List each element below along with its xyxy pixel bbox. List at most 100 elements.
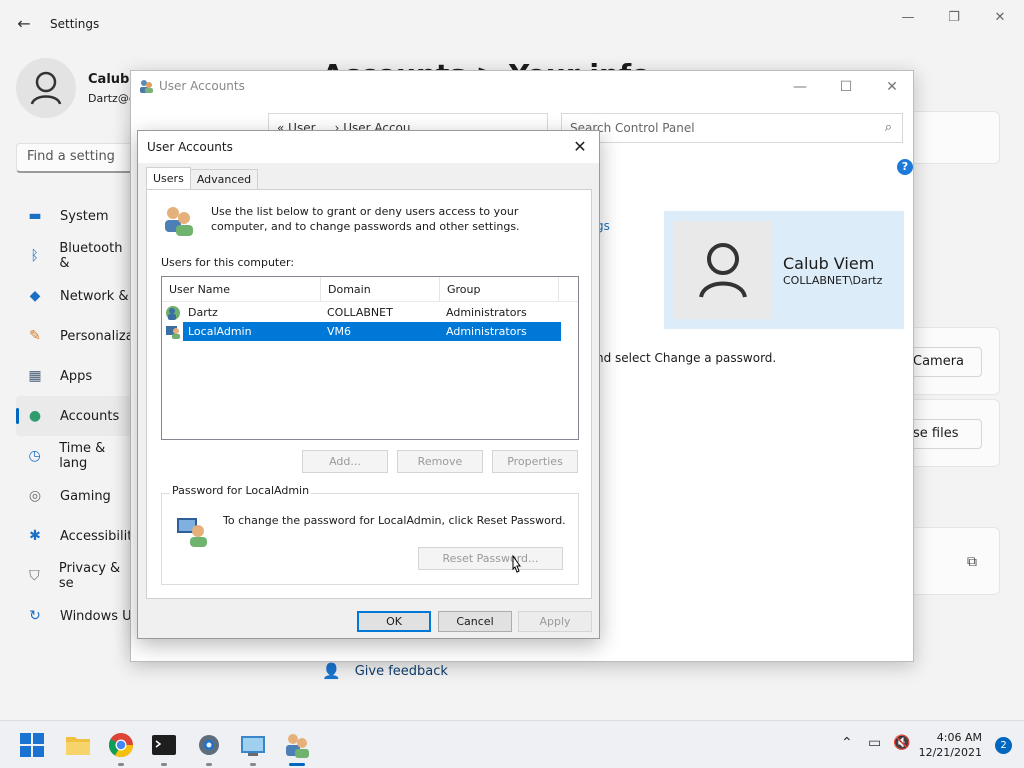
table-row-selected[interactable]: LocalAdmin VM6 Administrators xyxy=(162,322,578,341)
minimize-icon[interactable]: — xyxy=(789,77,811,97)
nav-label: Gaming xyxy=(60,488,111,504)
gamepad-icon: ◎ xyxy=(28,488,42,504)
chrome-icon[interactable] xyxy=(107,731,135,759)
avatar xyxy=(16,58,76,118)
settings-card: ⧉ xyxy=(913,527,1000,595)
settings-nav: ▬ System ᛒ Bluetooth & ◆ Network & ✎ Persona… xyxy=(16,196,134,636)
file-explorer-icon[interactable] xyxy=(64,731,92,759)
control-panel-titlebar: User Accounts — ☐ ✕ xyxy=(131,71,913,103)
cancel-button[interactable]: Cancel xyxy=(438,611,512,632)
nav-label: System xyxy=(60,208,109,224)
person-icon xyxy=(30,71,62,105)
nav-item-gaming[interactable]: ◎ Gaming xyxy=(16,476,134,516)
cell-domain: VM6 xyxy=(322,322,441,341)
user-card: Calub Viem COLLABNET\Dartz xyxy=(664,211,904,329)
tab-users[interactable]: Users xyxy=(146,167,191,189)
notification-badge[interactable]: 2 xyxy=(995,737,1012,754)
close-icon[interactable]: ✕ xyxy=(990,8,1010,28)
properties-button[interactable]: Properties xyxy=(492,450,578,473)
nav-item-time-language[interactable]: ◷ Time & lang xyxy=(16,436,134,476)
monitor-icon: ▬ xyxy=(28,208,42,224)
running-indicator xyxy=(206,763,212,766)
nav-label: Apps xyxy=(60,368,93,384)
cell-domain: COLLABNET xyxy=(327,306,393,319)
nav-item-accounts[interactable]: ● Accounts xyxy=(16,396,134,436)
user-accounts-dialog: User Accounts ✕ Users Advanced Use the l… xyxy=(137,130,600,639)
open-external-icon[interactable]: ⧉ xyxy=(967,554,977,570)
nav-label: Network & xyxy=(60,288,129,304)
nav-item-network[interactable]: ◆ Network & xyxy=(16,276,134,316)
nav-item-privacy[interactable]: ⛉ Privacy & se xyxy=(16,556,134,596)
user-accounts-taskbar-icon[interactable] xyxy=(283,731,311,759)
table-row[interactable]: Dartz COLLABNET Administrators xyxy=(162,303,578,322)
control-panel-search-input[interactable]: Search Control Panel ⌕ xyxy=(561,113,903,143)
domain-user-icon xyxy=(166,305,180,320)
terminal-icon[interactable] xyxy=(150,731,178,759)
tab-advanced[interactable]: Advanced xyxy=(189,169,259,189)
close-icon[interactable]: ✕ xyxy=(569,136,591,158)
card-user-domain: COLLABNET\Dartz xyxy=(783,274,883,287)
back-arrow-icon[interactable]: ← xyxy=(12,12,36,36)
control-panel-icon[interactable] xyxy=(239,731,267,759)
browse-files-button[interactable]: se files xyxy=(913,419,982,449)
add-user-button[interactable]: Add... xyxy=(302,450,388,473)
remove-user-button[interactable]: Remove xyxy=(397,450,483,473)
dialog-tabs: Users Advanced xyxy=(146,167,259,189)
nav-item-bluetooth[interactable]: ᛒ Bluetooth & xyxy=(16,236,134,276)
users-icon xyxy=(165,207,193,236)
accessibility-icon: ✱ xyxy=(29,528,41,544)
dialog-titlebar: User Accounts ✕ xyxy=(138,131,599,163)
update-icon: ↻ xyxy=(29,608,41,624)
bluetooth-icon: ᛒ xyxy=(30,248,39,264)
column-header-domain[interactable]: Domain xyxy=(321,277,440,301)
users-list-header: User Name Domain Group xyxy=(162,277,578,302)
column-header-user-name[interactable]: User Name xyxy=(162,277,321,301)
local-user-icon xyxy=(166,325,180,339)
windows-start-icon[interactable] xyxy=(18,731,46,759)
wifi-icon: ◆ xyxy=(29,288,41,304)
ok-button[interactable]: OK xyxy=(357,611,431,632)
volume-muted-icon[interactable]: 🔇 xyxy=(893,735,910,751)
user-accounts-icon xyxy=(140,80,153,93)
search-icon: ⌕ xyxy=(884,120,892,135)
reset-password-button[interactable]: Reset Password... xyxy=(418,547,563,570)
settings-card xyxy=(913,111,1000,164)
settings-gear-icon[interactable] xyxy=(195,731,223,759)
users-list[interactable]: User Name Domain Group Dartz COLLABNET A… xyxy=(161,276,579,440)
network-icon[interactable]: ▭ xyxy=(868,735,881,751)
nav-item-accessibility[interactable]: ✱ Accessibilit xyxy=(16,516,134,556)
nav-label: Privacy & se xyxy=(58,561,121,591)
help-icon[interactable]: ? xyxy=(897,159,913,175)
shield-icon: ⛉ xyxy=(29,568,40,584)
nav-label: Accounts xyxy=(60,408,120,424)
clock[interactable]: 4:06 AM 12/21/2021 xyxy=(919,730,982,760)
minimize-icon[interactable]: — xyxy=(898,8,918,28)
card-user-name: Calub Viem xyxy=(783,254,875,273)
give-feedback-label: Give feedback xyxy=(354,663,448,679)
dialog-title: User Accounts xyxy=(147,140,233,154)
cell-group: Administrators xyxy=(446,306,527,319)
users-list-label: Users for this computer: xyxy=(161,256,295,269)
nav-item-windows-update[interactable]: ↻ Windows U xyxy=(16,596,134,636)
chevron-up-icon[interactable]: ⌃ xyxy=(841,735,853,751)
maximize-icon[interactable]: ☐ xyxy=(835,77,857,97)
column-header-group[interactable]: Group xyxy=(440,277,559,301)
nav-label: Time & lang xyxy=(59,441,106,471)
apply-button[interactable]: Apply xyxy=(518,611,592,632)
nav-item-system[interactable]: ▬ System xyxy=(16,196,134,236)
close-icon[interactable]: ✕ xyxy=(881,77,903,97)
nav-item-personalization[interactable]: ✎ Personaliza xyxy=(16,316,134,356)
mouse-cursor-icon xyxy=(512,555,521,573)
restore-icon[interactable]: ❐ xyxy=(944,8,964,28)
nav-label: Windows U xyxy=(60,608,132,624)
open-camera-button[interactable]: Camera xyxy=(913,347,982,377)
give-feedback-link[interactable]: 👤 Give feedback xyxy=(322,662,448,680)
settings-search-input[interactable]: Find a setting xyxy=(16,143,134,173)
nav-item-apps[interactable]: ▦ Apps xyxy=(16,356,134,396)
user-password-icon xyxy=(177,518,207,547)
nav-label: Accessibilit xyxy=(60,528,133,544)
nav-label: Personaliza xyxy=(60,328,134,344)
cell-user-name: Dartz xyxy=(188,306,218,319)
running-indicator xyxy=(250,763,256,766)
taskbar: ⌃ ▭ 🔇 4:06 AM 12/21/2021 2 xyxy=(0,720,1024,768)
